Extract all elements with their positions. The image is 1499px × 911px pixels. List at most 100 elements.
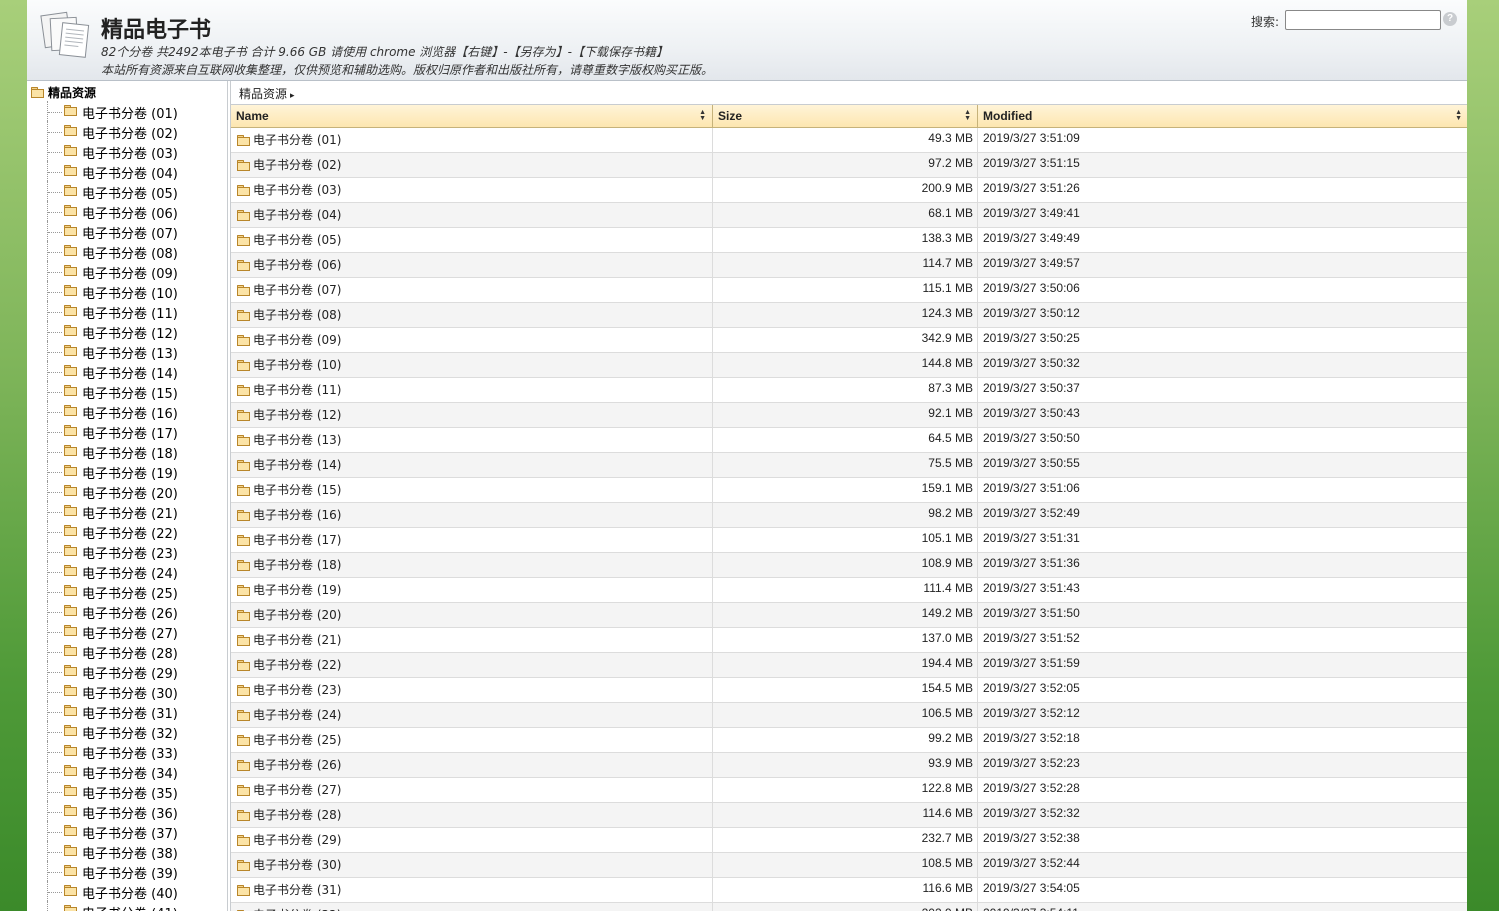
name-cell[interactable]: 电子书分卷 (30) (231, 853, 713, 877)
name-cell[interactable]: 电子书分卷 (15) (231, 478, 713, 502)
table-row[interactable]: 电子书分卷 (19) 111.4 MB 2019/3/27 3:51:43 (231, 578, 1467, 603)
name-cell[interactable]: 电子书分卷 (27) (231, 778, 713, 802)
name-cell[interactable]: 电子书分卷 (29) (231, 828, 713, 852)
table-row[interactable]: 电子书分卷 (21) 137.0 MB 2019/3/27 3:51:52 (231, 628, 1467, 653)
name-cell[interactable]: 电子书分卷 (09) (231, 328, 713, 352)
tree-item[interactable]: 电子书分卷 (10) (27, 281, 227, 302)
name-cell[interactable]: 电子书分卷 (10) (231, 353, 713, 377)
tree-item[interactable]: 电子书分卷 (04) (27, 161, 227, 182)
tree-item[interactable]: 电子书分卷 (17) (27, 421, 227, 442)
table-row[interactable]: 电子书分卷 (17) 105.1 MB 2019/3/27 3:51:31 (231, 528, 1467, 553)
table-row[interactable]: 电子书分卷 (26) 93.9 MB 2019/3/27 3:52:23 (231, 753, 1467, 778)
tree-item[interactable]: 电子书分卷 (36) (27, 801, 227, 822)
table-row[interactable]: 电子书分卷 (12) 92.1 MB 2019/3/27 3:50:43 (231, 403, 1467, 428)
name-cell[interactable]: 电子书分卷 (25) (231, 728, 713, 752)
name-cell[interactable]: 电子书分卷 (04) (231, 203, 713, 227)
tree-item[interactable]: 电子书分卷 (03) (27, 141, 227, 162)
table-row[interactable]: 电子书分卷 (02) 97.2 MB 2019/3/27 3:51:15 (231, 153, 1467, 178)
tree-item[interactable]: 电子书分卷 (09) (27, 261, 227, 282)
table-row[interactable]: 电子书分卷 (31) 116.6 MB 2019/3/27 3:54:05 (231, 878, 1467, 903)
tree-item[interactable]: 电子书分卷 (37) (27, 821, 227, 842)
tree-item[interactable]: 电子书分卷 (29) (27, 661, 227, 682)
tree-item[interactable]: 电子书分卷 (41) (27, 901, 227, 911)
tree-item[interactable]: 电子书分卷 (26) (27, 601, 227, 622)
tree-item[interactable]: 电子书分卷 (16) (27, 401, 227, 422)
tree-item[interactable]: 电子书分卷 (32) (27, 721, 227, 742)
name-cell[interactable]: 电子书分卷 (24) (231, 703, 713, 727)
tree-item[interactable]: 电子书分卷 (02) (27, 121, 227, 142)
table-row[interactable]: 电子书分卷 (22) 194.4 MB 2019/3/27 3:51:59 (231, 653, 1467, 678)
tree-item[interactable]: 电子书分卷 (31) (27, 701, 227, 722)
table-row[interactable]: 电子书分卷 (16) 98.2 MB 2019/3/27 3:52:49 (231, 503, 1467, 528)
name-cell[interactable]: 电子书分卷 (16) (231, 503, 713, 527)
tree-item[interactable]: 电子书分卷 (27) (27, 621, 227, 642)
table-row[interactable]: 电子书分卷 (27) 122.8 MB 2019/3/27 3:52:28 (231, 778, 1467, 803)
help-icon[interactable]: ? (1443, 12, 1457, 26)
tree-item[interactable]: 电子书分卷 (15) (27, 381, 227, 402)
tree-item[interactable]: 电子书分卷 (21) (27, 501, 227, 522)
table-row[interactable]: 电子书分卷 (14) 75.5 MB 2019/3/27 3:50:55 (231, 453, 1467, 478)
name-cell[interactable]: 电子书分卷 (06) (231, 253, 713, 277)
tree-item[interactable]: 电子书分卷 (38) (27, 841, 227, 862)
tree-item[interactable]: 电子书分卷 (18) (27, 441, 227, 462)
tree-item[interactable]: 电子书分卷 (11) (27, 301, 227, 322)
tree-item[interactable]: 电子书分卷 (23) (27, 541, 227, 562)
table-row[interactable]: 电子书分卷 (20) 149.2 MB 2019/3/27 3:51:50 (231, 603, 1467, 628)
name-cell[interactable]: 电子书分卷 (32) (231, 903, 713, 911)
name-cell[interactable]: 电子书分卷 (28) (231, 803, 713, 827)
tree-item[interactable]: 电子书分卷 (28) (27, 641, 227, 662)
tree-item[interactable]: 电子书分卷 (25) (27, 581, 227, 602)
tree-item[interactable]: 电子书分卷 (20) (27, 481, 227, 502)
table-row[interactable]: 电子书分卷 (15) 159.1 MB 2019/3/27 3:51:06 (231, 478, 1467, 503)
tree-item[interactable]: 电子书分卷 (33) (27, 741, 227, 762)
name-cell[interactable]: 电子书分卷 (05) (231, 228, 713, 252)
tree-item[interactable]: 电子书分卷 (40) (27, 881, 227, 902)
table-row[interactable]: 电子书分卷 (09) 342.9 MB 2019/3/27 3:50:25 (231, 328, 1467, 353)
tree-root-item[interactable]: 精品资源 (31, 84, 96, 100)
name-cell[interactable]: 电子书分卷 (08) (231, 303, 713, 327)
name-cell[interactable]: 电子书分卷 (13) (231, 428, 713, 452)
tree-item[interactable]: 电子书分卷 (19) (27, 461, 227, 482)
table-row[interactable]: 电子书分卷 (11) 87.3 MB 2019/3/27 3:50:37 (231, 378, 1467, 403)
name-cell[interactable]: 电子书分卷 (12) (231, 403, 713, 427)
tree-item[interactable]: 电子书分卷 (07) (27, 221, 227, 242)
table-row[interactable]: 电子书分卷 (18) 108.9 MB 2019/3/27 3:51:36 (231, 553, 1467, 578)
name-cell[interactable]: 电子书分卷 (18) (231, 553, 713, 577)
name-cell[interactable]: 电子书分卷 (31) (231, 878, 713, 902)
tree-item[interactable]: 电子书分卷 (24) (27, 561, 227, 582)
name-cell[interactable]: 电子书分卷 (22) (231, 653, 713, 677)
table-row[interactable]: 电子书分卷 (06) 114.7 MB 2019/3/27 3:49:57 (231, 253, 1467, 278)
table-row[interactable]: 电子书分卷 (05) 138.3 MB 2019/3/27 3:49:49 (231, 228, 1467, 253)
tree-item[interactable]: 电子书分卷 (13) (27, 341, 227, 362)
table-row[interactable]: 电子书分卷 (25) 99.2 MB 2019/3/27 3:52:18 (231, 728, 1467, 753)
table-row[interactable]: 电子书分卷 (13) 64.5 MB 2019/3/27 3:50:50 (231, 428, 1467, 453)
table-row[interactable]: 电子书分卷 (24) 106.5 MB 2019/3/27 3:52:12 (231, 703, 1467, 728)
name-cell[interactable]: 电子书分卷 (19) (231, 578, 713, 602)
table-row[interactable]: 电子书分卷 (28) 114.6 MB 2019/3/27 3:52:32 (231, 803, 1467, 828)
breadcrumb[interactable]: 精品资源 ▸ (239, 85, 295, 102)
column-header-name[interactable]: Name ▲ ▼ (231, 105, 713, 127)
tree-item[interactable]: 电子书分卷 (30) (27, 681, 227, 702)
search-input[interactable] (1285, 10, 1441, 30)
table-row[interactable]: 电子书分卷 (01) 49.3 MB 2019/3/27 3:51:09 (231, 128, 1467, 153)
table-row[interactable]: 电子书分卷 (32)202.9 MB2019/3/27 3:54:11 (231, 903, 1467, 911)
name-cell[interactable]: 电子书分卷 (20) (231, 603, 713, 627)
name-cell[interactable]: 电子书分卷 (23) (231, 678, 713, 702)
name-cell[interactable]: 电子书分卷 (26) (231, 753, 713, 777)
column-header-size[interactable]: Size ▲ ▼ (713, 105, 978, 127)
table-row[interactable]: 电子书分卷 (03) 200.9 MB 2019/3/27 3:51:26 (231, 178, 1467, 203)
table-row[interactable]: 电子书分卷 (07) 115.1 MB 2019/3/27 3:50:06 (231, 278, 1467, 303)
tree-item[interactable]: 电子书分卷 (22) (27, 521, 227, 542)
tree-item[interactable]: 电子书分卷 (39) (27, 861, 227, 882)
name-cell[interactable]: 电子书分卷 (07) (231, 278, 713, 302)
name-cell[interactable]: 电子书分卷 (17) (231, 528, 713, 552)
name-cell[interactable]: 电子书分卷 (21) (231, 628, 713, 652)
column-header-modified[interactable]: Modified ▲ ▼ (978, 105, 1467, 127)
name-cell[interactable]: 电子书分卷 (01) (231, 128, 713, 152)
tree-item[interactable]: 电子书分卷 (34) (27, 761, 227, 782)
tree-item[interactable]: 电子书分卷 (14) (27, 361, 227, 382)
table-row[interactable]: 电子书分卷 (23) 154.5 MB 2019/3/27 3:52:05 (231, 678, 1467, 703)
table-row[interactable]: 电子书分卷 (10) 144.8 MB 2019/3/27 3:50:32 (231, 353, 1467, 378)
name-cell[interactable]: 电子书分卷 (14) (231, 453, 713, 477)
tree-item[interactable]: 电子书分卷 (08) (27, 241, 227, 262)
